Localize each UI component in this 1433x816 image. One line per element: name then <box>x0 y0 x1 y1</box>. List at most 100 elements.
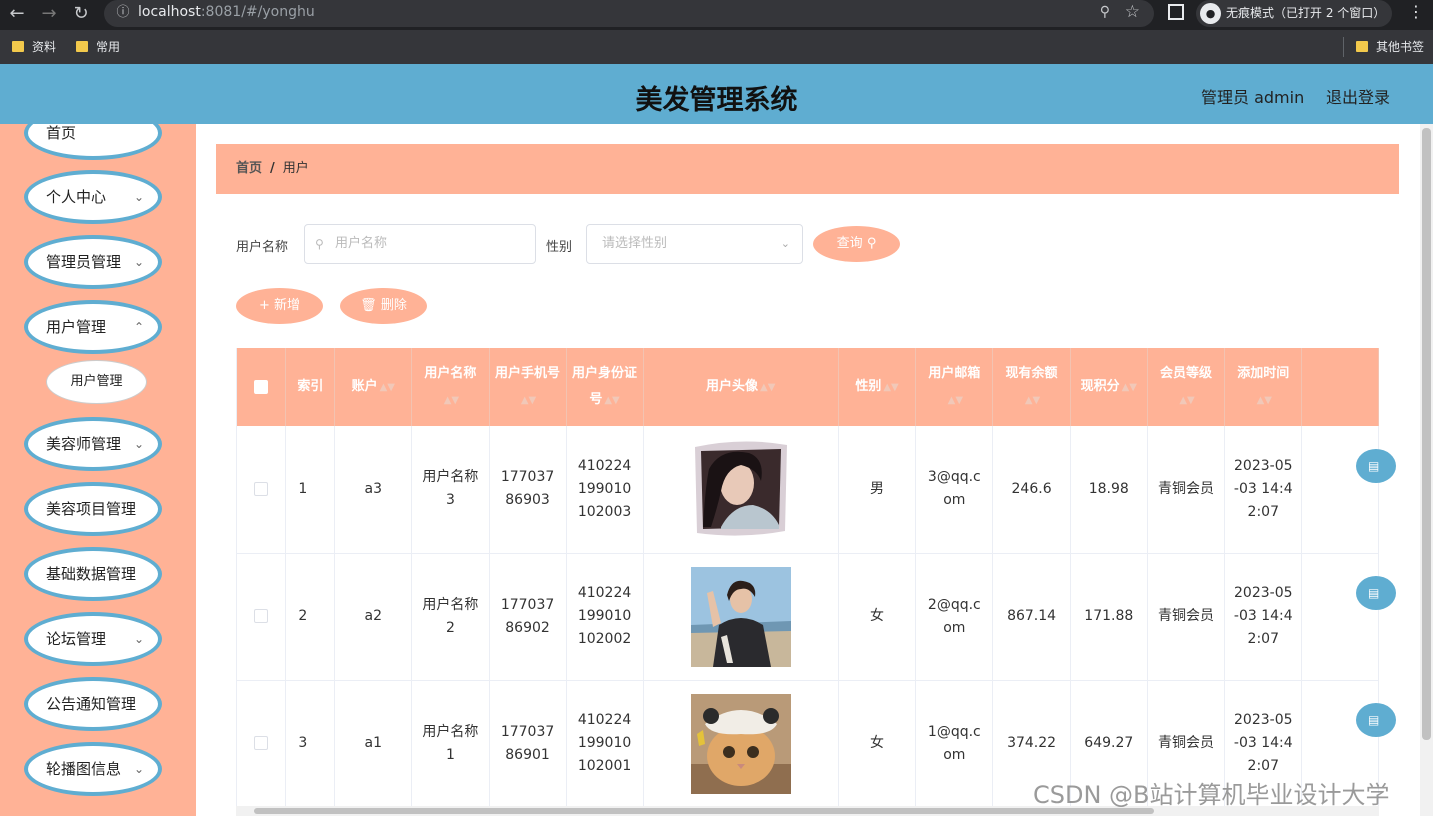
avatar-cat-in-hat[interactable] <box>690 693 791 794</box>
gender-select[interactable]: 请选择性别 ⌄ <box>586 224 803 264</box>
scrollbar-thumb[interactable] <box>254 808 1154 814</box>
sort-icon[interactable]: ▲▼ <box>760 382 775 393</box>
cell-actions <box>1301 426 1379 554</box>
sidebar-item-stylists[interactable]: 美容师管理 ⌄ <box>24 417 162 471</box>
sort-icon[interactable]: ▲▼ <box>604 395 619 406</box>
back-icon[interactable]: ← <box>6 3 28 25</box>
sidebar-item-forum[interactable]: 论坛管理 ⌄ <box>24 612 162 666</box>
column-header[interactable]: 账户 ▲▼ <box>334 348 413 426</box>
avatar-portrait-man-beach[interactable] <box>690 566 791 667</box>
row-detail-button[interactable]: ▤ <box>1356 703 1396 737</box>
plus-icon: + <box>258 298 270 313</box>
breadcrumb-home[interactable]: 首页 <box>236 161 262 176</box>
sidebar-item-carousel[interactable]: 轮播图信息 ⌄ <box>24 742 162 796</box>
search-icon: ⚲ <box>315 237 324 251</box>
breadcrumb-current: 用户 <box>282 161 309 176</box>
chevron-down-icon: ⌄ <box>133 632 144 646</box>
row-detail-button[interactable]: ▤ <box>1356 449 1396 483</box>
select-all-checkbox[interactable] <box>237 348 287 426</box>
address-bar[interactable]: ⓘ localhost:8081/#/yonghu ⚲ ☆ <box>104 0 1154 27</box>
side-panel-icon[interactable] <box>1168 4 1184 20</box>
sidebar-item-base-data[interactable]: 基础数据管理 <box>24 547 162 601</box>
sidebar-item-profile[interactable]: 个人中心 ⌄ <box>24 170 162 224</box>
column-header[interactable]: 用户邮箱▲▼ <box>915 348 994 426</box>
row-checkbox[interactable] <box>237 680 287 808</box>
search-icon: ⚲ <box>866 236 877 251</box>
cell-level: 青铜会员 <box>1147 426 1226 554</box>
reload-icon[interactable]: ↻ <box>70 3 92 25</box>
sort-icon[interactable]: ▲▼ <box>521 395 536 406</box>
column-header[interactable]: 用户手机号▲▼ <box>489 348 567 426</box>
table-row: 1 a3 用户名称3 17703786903 41022419901010200… <box>237 426 1379 554</box>
chevron-down-icon: ⌄ <box>133 255 144 269</box>
sort-icon[interactable]: ▲▼ <box>1025 395 1040 406</box>
sidebar-subitem-users[interactable]: 用户管理 <box>46 360 147 404</box>
delete-button[interactable]: 🗑 删除 <box>340 288 427 324</box>
cell-account: a3 <box>334 426 413 554</box>
other-bookmarks[interactable]: 其他书签 <box>1354 37 1424 57</box>
avatar-portrait-woman[interactable] <box>690 439 791 540</box>
column-header[interactable]: 现积分 ▲▼ <box>1070 348 1148 426</box>
sort-icon[interactable]: ▲▼ <box>380 382 395 393</box>
name-filter-label: 用户名称 <box>236 240 289 255</box>
cell-id-card: 410224199010102003 <box>566 426 644 554</box>
sidebar-item-services[interactable]: 美容项目管理 <box>24 482 162 536</box>
sidebar-item-notices[interactable]: 公告通知管理 <box>24 677 162 731</box>
sidebar-item-home[interactable]: 首页 <box>24 124 162 160</box>
sort-icon[interactable]: ▲▼ <box>1257 395 1272 406</box>
cell-email: 3@qq.com <box>915 426 994 554</box>
column-header[interactable]: 性别 ▲▼ <box>838 348 917 426</box>
url-text: localhost:8081/#/yonghu <box>138 4 315 20</box>
cell-level: 青铜会员 <box>1147 553 1226 681</box>
chevron-down-icon: ⌄ <box>133 437 144 451</box>
cell-balance: 246.6 <box>992 426 1071 554</box>
bookmarks-divider <box>1343 37 1344 57</box>
column-header[interactable]: 现有余额▲▼ <box>992 348 1071 426</box>
column-header[interactable]: 用户名称▲▼ <box>411 348 490 426</box>
sort-icon[interactable]: ▲▼ <box>883 382 898 393</box>
more-menu-icon[interactable]: ⋮ <box>1408 2 1424 21</box>
password-key-icon[interactable]: ⚲ <box>1100 4 1110 20</box>
column-header[interactable]: 添加时间▲▼ <box>1224 348 1303 426</box>
incognito-indicator[interactable]: ● 无痕模式（已打开 2 个窗口） <box>1196 0 1392 27</box>
bookmark-folder-1[interactable]: 资料 <box>10 37 56 57</box>
breadcrumb: 首页 / 用户 <box>216 144 1399 194</box>
chevron-up-icon: ⌃ <box>133 320 144 334</box>
chevron-down-icon: ⌄ <box>133 190 144 204</box>
bookmark-star-icon[interactable]: ☆ <box>1125 2 1140 22</box>
users-table: 索引 账户 ▲▼ 用户名称▲▼ 用户手机号▲▼ 用户身份证号 ▲▼ 用户头像 ▲▼ 性… <box>236 348 1379 816</box>
gender-filter-label: 性别 <box>546 240 573 255</box>
table-row: 2 a2 用户名称2 17703786902 41022419901010200… <box>237 553 1379 681</box>
cell-phone: 17703786901 <box>489 680 567 808</box>
sidebar-item-users[interactable]: 用户管理 ⌃ <box>24 300 162 354</box>
site-info-icon[interactable]: ⓘ <box>114 4 132 22</box>
query-button[interactable]: 查询 ⚲ <box>813 226 900 262</box>
bookmark-folder-2[interactable]: 常用 <box>74 37 120 57</box>
sort-icon[interactable]: ▲▼ <box>1179 395 1194 406</box>
cell-name: 用户名称2 <box>411 553 490 681</box>
column-header[interactable]: 用户头像 ▲▼ <box>643 348 839 426</box>
incognito-icon: ● <box>1200 3 1221 24</box>
add-button[interactable]: + 新增 <box>236 288 323 324</box>
column-header[interactable]: 用户身份证号 ▲▼ <box>566 348 644 426</box>
sort-icon[interactable]: ▲▼ <box>1122 382 1137 393</box>
detail-icon: ▤ <box>1368 586 1380 600</box>
name-search-input[interactable]: ⚲ 用户名称 <box>304 224 536 264</box>
page-vertical-scrollbar[interactable] <box>1420 124 1433 816</box>
cell-avatar <box>643 553 839 681</box>
column-header[interactable]: 会员等级▲▼ <box>1147 348 1226 426</box>
cell-avatar <box>643 426 839 554</box>
sidebar-item-admins[interactable]: 管理员管理 ⌄ <box>24 235 162 289</box>
table-header-row: 索引 账户 ▲▼ 用户名称▲▼ 用户手机号▲▼ 用户身份证号 ▲▼ 用户头像 ▲▼ 性… <box>237 348 1379 426</box>
row-checkbox[interactable] <box>237 426 287 554</box>
sort-icon[interactable]: ▲▼ <box>948 395 963 406</box>
cell-actions <box>1301 553 1379 681</box>
cell-name: 用户名称1 <box>411 680 490 808</box>
forward-icon[interactable]: → <box>38 3 60 25</box>
cell-phone: 17703786903 <box>489 426 567 554</box>
scrollbar-thumb[interactable] <box>1422 128 1431 740</box>
row-checkbox[interactable] <box>237 553 287 681</box>
sort-icon[interactable]: ▲▼ <box>444 395 459 406</box>
logout-link[interactable]: 退出登录 <box>1326 84 1390 108</box>
row-detail-button[interactable]: ▤ <box>1356 576 1396 610</box>
